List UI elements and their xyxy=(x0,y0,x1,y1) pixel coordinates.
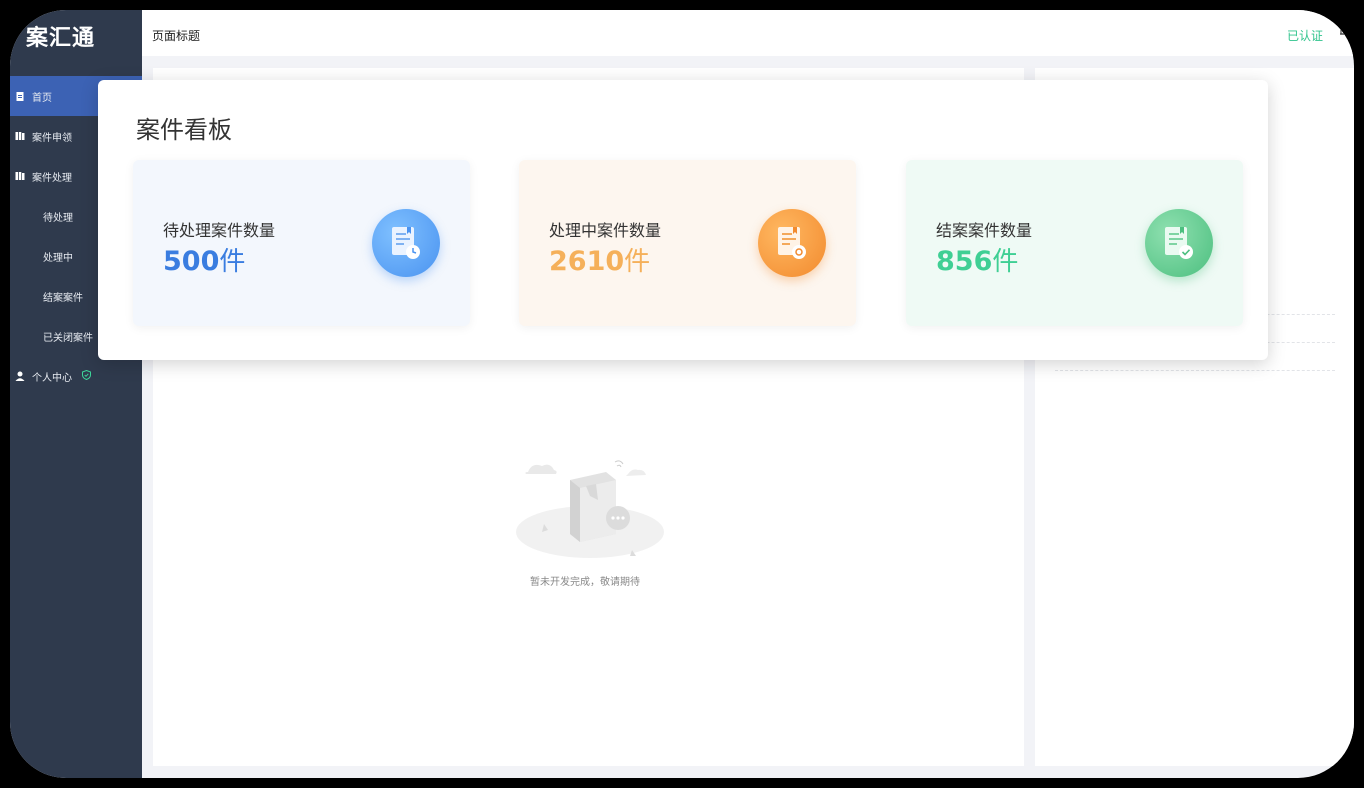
stat-label: 处理中案件数量 xyxy=(549,221,662,240)
app-screen: 案汇通 首页 案件申领 案件处理 待处理 处理中 结案案件 已关闭案件 个人中心… xyxy=(10,10,1354,778)
empty-box-illustration xyxy=(516,460,664,558)
stat-value: 500件 xyxy=(163,246,246,277)
document-check-icon xyxy=(1145,209,1213,277)
sidebar-item-label: 案件申领 xyxy=(32,132,72,144)
sidebar-item-label: 待处理 xyxy=(43,212,73,224)
clipboard-icon xyxy=(15,91,25,101)
case-board-card: 案件看板 待处理案件数量 500件 处理中案件数量 2610件 结案案件数量 8… xyxy=(98,80,1268,360)
shield-check-icon xyxy=(82,369,91,383)
sidebar-item-label: 案件处理 xyxy=(32,172,72,184)
certified-status[interactable]: 已认证 xyxy=(1287,27,1323,44)
page-title: 页面标题 xyxy=(152,29,201,43)
document-clock-icon xyxy=(372,209,440,277)
document-gear-icon xyxy=(758,209,826,277)
sidebar-item-personal-center[interactable]: 个人中心 xyxy=(10,356,142,396)
user-icon xyxy=(15,371,25,381)
sidebar-item-label: 个人中心 xyxy=(32,372,72,384)
books-icon xyxy=(15,131,25,141)
books-icon xyxy=(15,171,25,181)
divider xyxy=(1055,370,1335,371)
stat-value: 2610件 xyxy=(549,246,651,277)
sidebar-item-label: 已关闭案件 xyxy=(43,332,93,344)
top-header: 页面标题 已认证 xyxy=(142,10,1354,56)
empty-state-text: 暂未开发完成，敬请期待 xyxy=(530,577,640,588)
sidebar-item-label: 结案案件 xyxy=(43,292,83,304)
stat-card-pending[interactable]: 待处理案件数量 500件 xyxy=(133,160,470,326)
stat-label: 待处理案件数量 xyxy=(163,221,276,240)
sidebar-item-label: 处理中 xyxy=(43,252,73,264)
stat-card-closed[interactable]: 结案案件数量 856件 xyxy=(906,160,1243,326)
board-title: 案件看板 xyxy=(136,116,232,144)
stat-label: 结案案件数量 xyxy=(936,221,1033,240)
bell-icon[interactable] xyxy=(1338,24,1352,42)
stat-value: 856件 xyxy=(936,246,1019,277)
stat-card-in-progress[interactable]: 处理中案件数量 2610件 xyxy=(519,160,856,326)
app-logo[interactable]: 案汇通 xyxy=(26,20,95,52)
sidebar-item-label: 首页 xyxy=(32,92,52,104)
